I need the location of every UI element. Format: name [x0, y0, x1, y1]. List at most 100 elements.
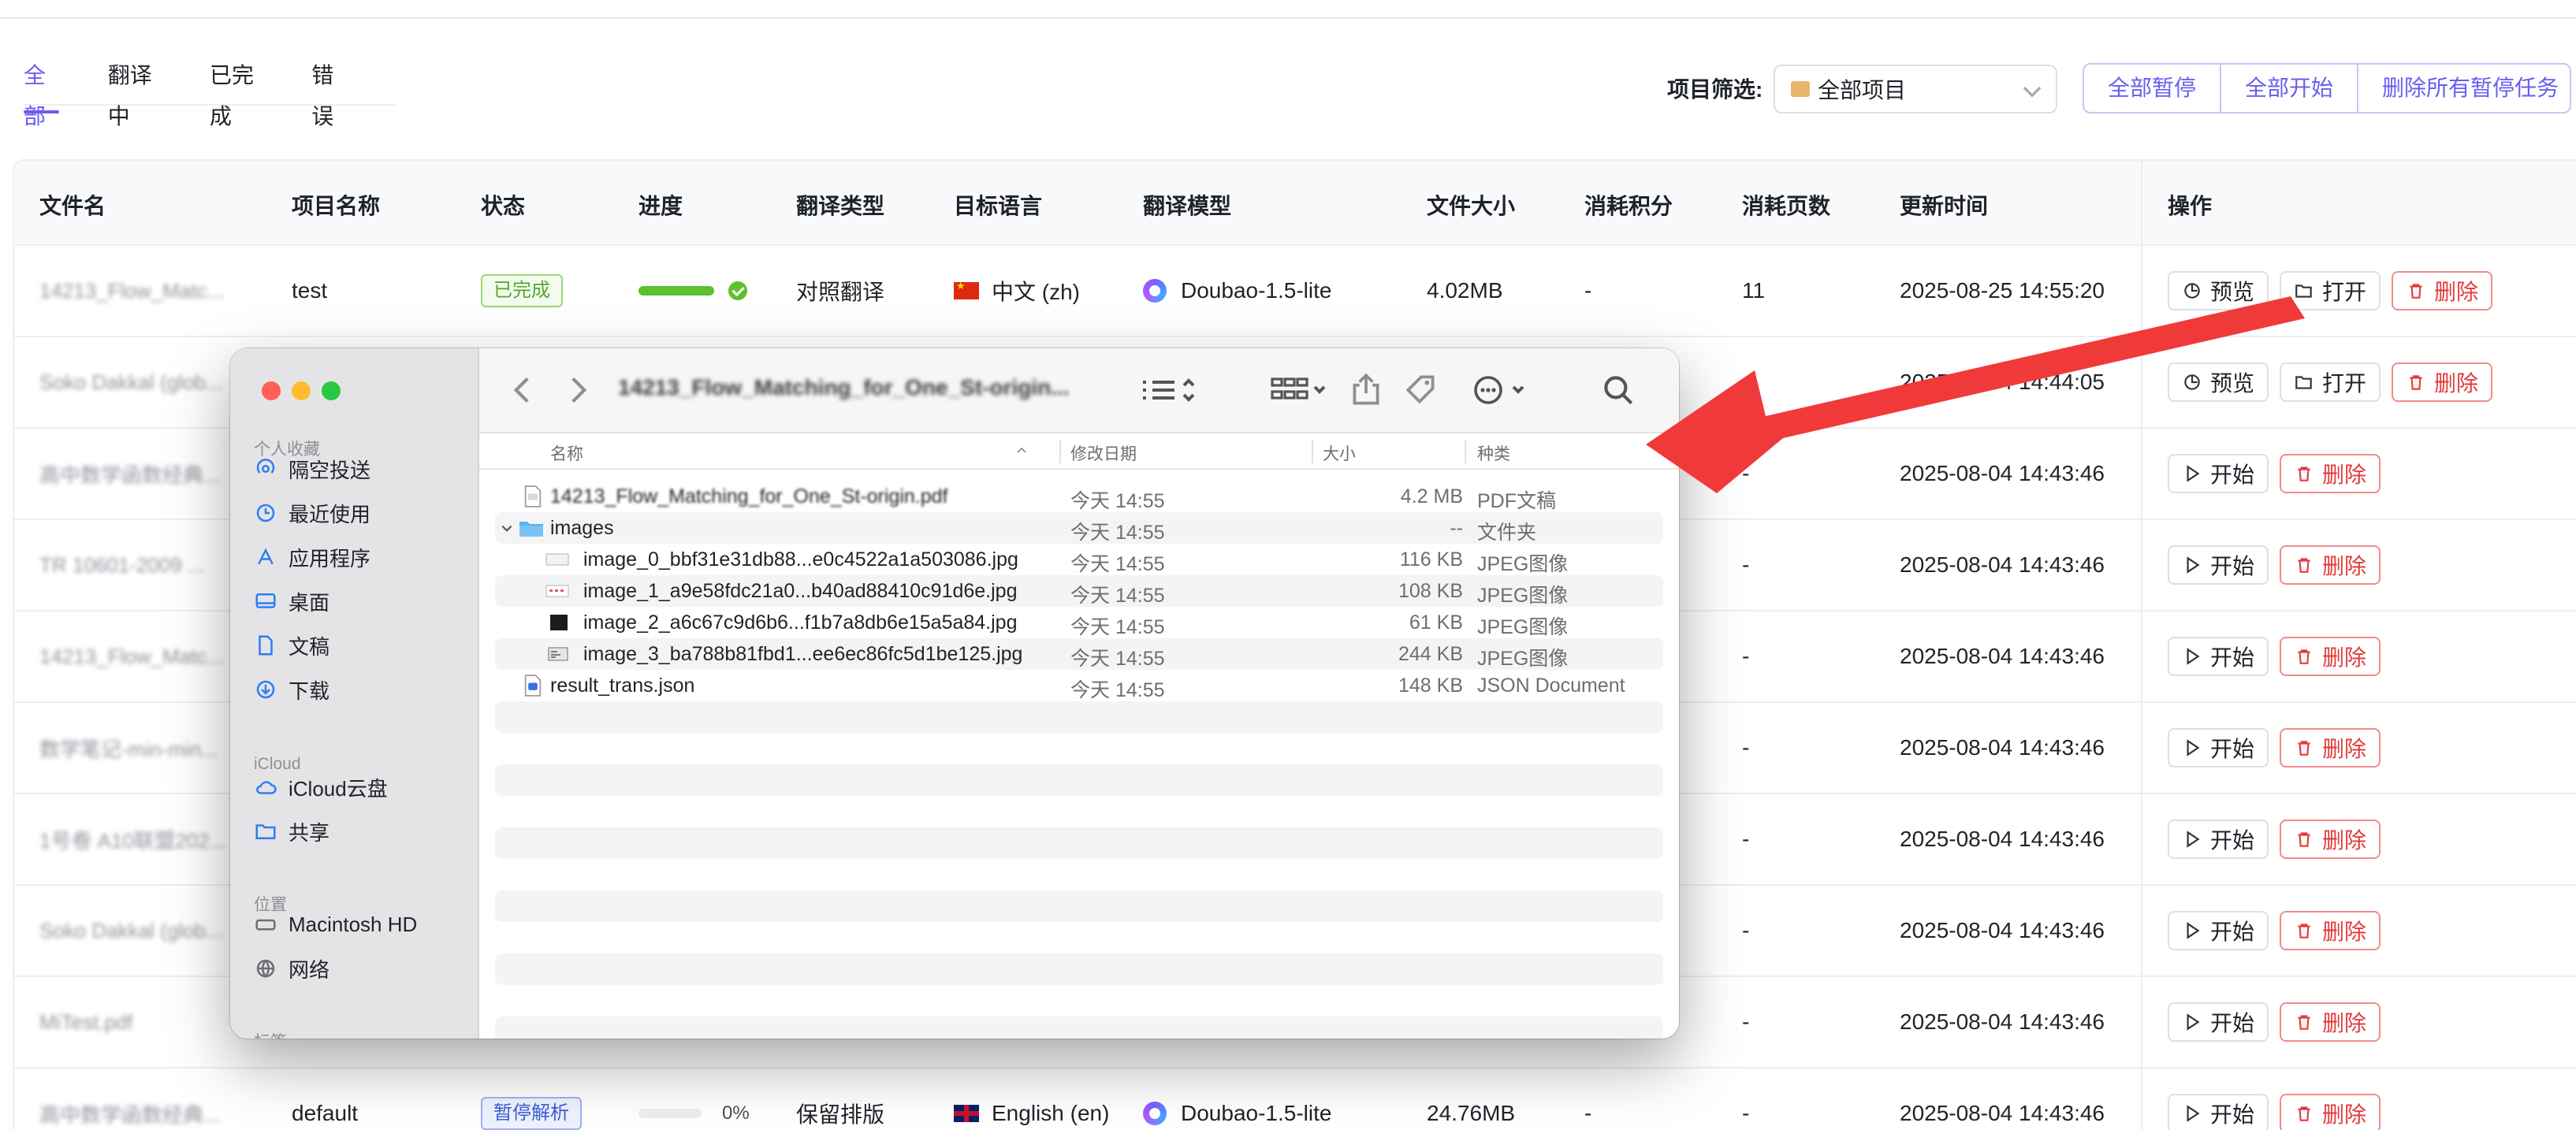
sidebar-item-shared[interactable]: 共享	[254, 815, 329, 848]
forward-icon[interactable]	[558, 370, 597, 410]
tab-all[interactable]: 全部	[24, 55, 59, 128]
filename-cell[interactable]: 高中数学函数经典...	[39, 1069, 221, 1130]
empty-row	[495, 1017, 1663, 1039]
start-button[interactable]: 开始	[2168, 545, 2269, 585]
back-icon[interactable]	[503, 370, 542, 410]
sidebar-item-documents[interactable]: 文稿	[254, 629, 329, 662]
file-row-json[interactable]: result_trans.json 今天 14:55 148 KB JSON D…	[495, 670, 1663, 701]
zoom-window-icon[interactable]	[322, 381, 341, 400]
file-row-image[interactable]: image_0_bbf31e31db88...e0c4522a1a503086.…	[495, 544, 1663, 575]
sidebar-item-icloud-drive[interactable]: iCloud云盘	[254, 771, 388, 804]
filename-cell[interactable]: 14213_Flow_Matc...	[39, 611, 224, 701]
project-filter-select[interactable]: 全部项目	[1774, 65, 2057, 113]
tab-completed[interactable]: 已完成	[210, 55, 262, 128]
tab-error[interactable]: 错误	[311, 55, 347, 128]
start-all-button[interactable]: 全部开始	[2221, 65, 2359, 112]
tab-translating[interactable]: 翻译中	[108, 55, 161, 128]
start-label: 开始	[2210, 737, 2255, 761]
ops-cell: 开始 删除	[2168, 429, 2392, 519]
column-name[interactable]: 名称	[550, 441, 583, 465]
delete-button[interactable]: 删除	[2280, 1094, 2381, 1130]
finder-window: 个人收藏 隔空投送 最近使用 应用程序 桌面 文稿 下载 iCloud iClo…	[230, 348, 1679, 1039]
ops-cell: 开始 删除	[2168, 1069, 2392, 1130]
search-icon[interactable]	[1599, 370, 1638, 410]
file-size: 108 KB	[1398, 580, 1463, 602]
delete-button[interactable]: 删除	[2280, 545, 2381, 585]
column-size[interactable]: 大小	[1323, 441, 1356, 465]
filename-cell[interactable]: Soko Dakkal (glob...	[39, 337, 223, 427]
play-icon	[2187, 1013, 2200, 1031]
apps-icon	[258, 548, 274, 565]
progress-label: 0%	[722, 1102, 750, 1124]
uk-flag-icon	[954, 1105, 979, 1122]
tags-section: 标签	[254, 1029, 287, 1039]
open-button[interactable]: 打开	[2280, 362, 2381, 402]
pause-all-button[interactable]: 全部暂停	[2084, 65, 2222, 112]
more-actions-icon[interactable]	[1469, 370, 1532, 410]
filename-cell[interactable]: MiTest.pdf	[39, 977, 133, 1067]
trash-icon	[2298, 649, 2310, 664]
preview-button[interactable]: 预览	[2168, 362, 2269, 402]
delete-label: 删除	[2322, 1011, 2367, 1035]
sidebar-item-recents[interactable]: 最近使用	[254, 496, 370, 530]
start-button[interactable]: 开始	[2168, 820, 2269, 859]
filename-cell[interactable]: 高中数学函数经典...	[39, 429, 221, 519]
file-row-image[interactable]: image_1_a9e58fdc21a0...b40ad88410c91d6e.…	[495, 575, 1663, 607]
disclosure-chevron-icon[interactable]	[500, 522, 514, 536]
credits-cell: -	[1584, 278, 1592, 303]
column-kind[interactable]: 种类	[1477, 441, 1510, 465]
file-row-pdf[interactable]: 14213_Flow_Matching_for_One_St-origin.pd…	[495, 481, 1663, 512]
group-icon[interactable]	[1268, 370, 1331, 410]
ops-cell: 预览 打开 删除	[2168, 246, 2503, 336]
delete-button[interactable]: 删除	[2280, 1002, 2381, 1042]
column-modified[interactable]: 修改日期	[1070, 441, 1137, 465]
delete-label: 删除	[2434, 371, 2479, 396]
delete-button[interactable]: 删除	[2280, 454, 2381, 493]
model-label: Doubao-1.5-lite	[1181, 1101, 1332, 1125]
delete-button[interactable]: 删除	[2280, 637, 2381, 676]
filename-cell[interactable]: TR 10601-2009 ...	[39, 520, 205, 610]
start-button[interactable]: 开始	[2168, 911, 2269, 950]
delete-paused-button[interactable]: 删除所有暂停任务	[2358, 65, 2570, 112]
list-view-icon[interactable]	[1137, 370, 1200, 410]
sidebar-item-macintosh-hd[interactable]: Macintosh HD	[254, 908, 417, 941]
start-button[interactable]: 开始	[2168, 728, 2269, 768]
sidebar-item-network[interactable]: 网络	[254, 952, 329, 985]
file-row-image[interactable]: image_3_ba788b81fbd1...ee6ec86fc5d1be125…	[495, 638, 1663, 670]
start-button[interactable]: 开始	[2168, 1002, 2269, 1042]
delete-button[interactable]: 删除	[2392, 362, 2493, 402]
status-badge: 暂停解析	[481, 1097, 582, 1130]
delete-button[interactable]: 删除	[2392, 271, 2493, 310]
delete-button[interactable]: 删除	[2280, 820, 2381, 859]
sort-ascending-icon	[1017, 447, 1026, 453]
start-button[interactable]: 开始	[2168, 454, 2269, 493]
filename-cell[interactable]: Soko Dakkal (glob...	[39, 886, 223, 976]
start-label: 开始	[2210, 463, 2255, 487]
start-button[interactable]: 开始	[2168, 1094, 2269, 1130]
file-row-folder[interactable]: images 今天 14:55 -- 文件夹	[495, 512, 1663, 544]
file-kind: PDF文稿	[1477, 490, 1557, 512]
close-window-icon[interactable]	[262, 381, 281, 400]
file-size: 244 KB	[1398, 643, 1463, 665]
open-button[interactable]: 打开	[2280, 271, 2381, 310]
updated-cell: 2025-08-04 14:43:46	[1900, 918, 2105, 942]
sidebar-item-airdrop[interactable]: 隔空投送	[254, 452, 370, 485]
delete-button[interactable]: 删除	[2280, 911, 2381, 950]
filename-cell[interactable]: 14213_Flow_Matc...	[39, 246, 224, 336]
sidebar-item-downloads[interactable]: 下载	[254, 673, 329, 706]
delete-button[interactable]: 删除	[2280, 728, 2381, 768]
ops-cell: 开始 删除	[2168, 520, 2392, 610]
tag-icon[interactable]	[1402, 370, 1441, 410]
sidebar-item-applications[interactable]: 应用程序	[254, 541, 370, 574]
sidebar-item-desktop[interactable]: 桌面	[254, 585, 329, 618]
credits-cell: -	[1584, 1101, 1592, 1125]
minimize-window-icon[interactable]	[292, 381, 311, 400]
image-thumbnail-icon	[548, 647, 568, 661]
file-modified: 今天 14:55	[1070, 522, 1165, 544]
preview-button[interactable]: 预览	[2168, 271, 2269, 310]
filename-cell[interactable]: 数学笔记-min-min...	[39, 703, 218, 793]
file-row-image[interactable]: image_2_a6c67c9d6b6...f1b7a8db6e15a5a84.…	[495, 607, 1663, 638]
share-icon[interactable]	[1346, 370, 1386, 410]
start-button[interactable]: 开始	[2168, 637, 2269, 676]
filename-cell[interactable]: 1号卷 A10联盟202...	[39, 794, 226, 884]
